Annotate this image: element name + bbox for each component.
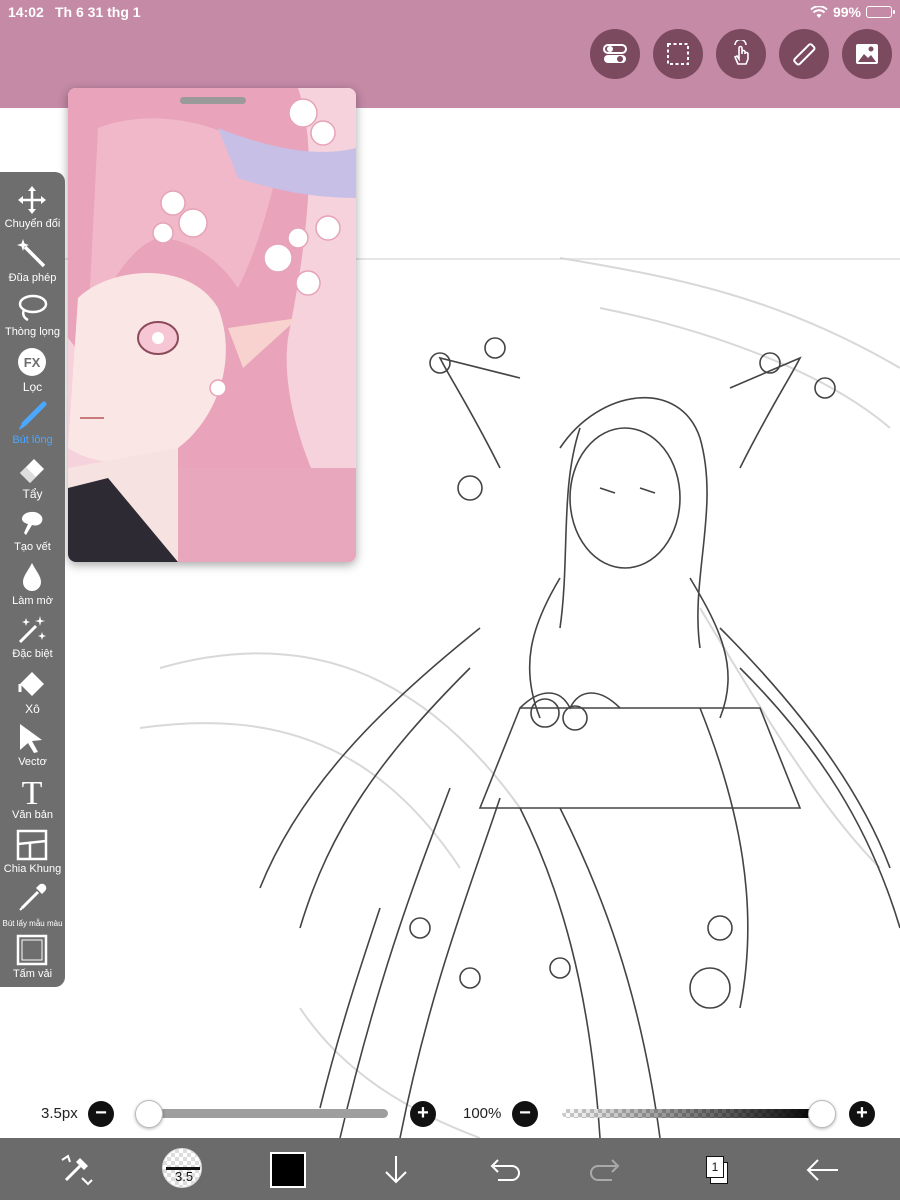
layer-count: 1 <box>706 1156 724 1178</box>
brush-size-increase-button[interactable]: + <box>410 1101 436 1127</box>
color-swatch[interactable] <box>270 1152 306 1188</box>
tool-smudge[interactable]: Tạo vết <box>0 507 65 559</box>
bottom-bar: 3.5 1 <box>0 1138 900 1200</box>
tool-lasso[interactable]: Thòng lọng <box>0 292 65 344</box>
selection-icon <box>667 43 689 65</box>
canvas-icon <box>16 934 48 966</box>
opacity-slider-row: 100% − + <box>450 1098 900 1130</box>
status-date: Th 6 31 thg 1 <box>55 4 141 20</box>
tool-label: Đũa phép <box>8 272 57 284</box>
move-icon <box>18 186 46 214</box>
layers-button[interactable]: 1 <box>700 1154 728 1184</box>
opacity-track[interactable] <box>562 1109 820 1118</box>
swap-tools-icon[interactable] <box>56 1150 96 1190</box>
fx-icon: FX <box>18 348 46 376</box>
gesture-button[interactable] <box>716 29 766 79</box>
back-arrow-icon[interactable] <box>802 1150 842 1190</box>
vector-icon <box>20 724 42 753</box>
brush-preview[interactable]: 3.5 <box>162 1148 202 1188</box>
tool-label: Chia Khung <box>3 863 62 875</box>
svg-text:FX: FX <box>24 355 41 370</box>
tool-label: Văn bản <box>12 809 53 821</box>
wifi-icon <box>810 5 828 18</box>
tool-bucket[interactable]: Xô <box>0 668 65 720</box>
tool-special[interactable]: Đặc biệt <box>0 614 65 666</box>
status-bar: 14:02 Th 6 31 thg 1 99% <box>8 4 895 20</box>
eyedropper-icon <box>19 883 47 911</box>
tool-label: Chuyển đổi <box>4 218 61 230</box>
download-icon[interactable] <box>376 1150 416 1190</box>
tool-label: Làm mờ <box>12 595 53 607</box>
tool-eyedropper[interactable]: Bút lấy mẫu màu <box>0 882 65 934</box>
magic-wand-icon <box>17 239 46 268</box>
battery-percent: 99% <box>832 4 861 20</box>
tool-label: Bút lông <box>12 434 53 446</box>
selection-button[interactable] <box>653 29 703 79</box>
tool-label: Đặc biệt <box>12 648 53 660</box>
tool-label: Bút lấy mẫu màu <box>2 919 63 928</box>
opacity-value: 100% <box>463 1105 502 1122</box>
tool-label: Tẩy <box>22 487 43 501</box>
gesture-icon <box>733 40 749 65</box>
tool-magic-wand[interactable]: Đũa phép <box>0 238 65 290</box>
tool-transform[interactable]: Chuyển đổi <box>0 184 65 236</box>
undo-icon[interactable] <box>482 1150 522 1190</box>
tool-eraser[interactable]: Tẩy <box>0 453 65 505</box>
tool-label: Xô <box>25 702 40 716</box>
opacity-thumb[interactable] <box>808 1100 836 1128</box>
bucket-icon <box>18 672 44 696</box>
smudge-icon <box>22 511 43 535</box>
frame-divider-icon <box>16 829 48 861</box>
eraser-icon <box>20 459 44 483</box>
brush-size-value: 3.5px <box>41 1105 78 1122</box>
tool-vector[interactable]: Vectơ <box>0 722 65 774</box>
opacity-decrease-button[interactable]: − <box>512 1101 538 1127</box>
tool-text[interactable]: T Văn bản <box>0 775 65 827</box>
tool-frame-divider[interactable]: Chia Khung <box>0 829 65 881</box>
ruler-button[interactable] <box>779 29 829 79</box>
reference-window-handle[interactable] <box>180 97 246 104</box>
brush-size-label: 3.5 <box>175 1169 194 1184</box>
image-icon <box>856 44 878 64</box>
battery-icon <box>866 6 895 18</box>
tool-filter[interactable]: FX Lọc <box>0 346 65 398</box>
brush-size-thumb[interactable] <box>135 1100 163 1128</box>
toggle-icon <box>603 44 627 63</box>
tool-canvas[interactable]: Tấm vải <box>0 934 65 986</box>
text-icon: T <box>22 775 43 807</box>
tool-palette: Chuyển đổi Đũa phép Thòng lọng FX Lọc Bú… <box>0 172 65 987</box>
brush-size-track[interactable] <box>150 1109 388 1118</box>
ruler-icon <box>793 43 816 66</box>
toggle-button[interactable] <box>590 29 640 79</box>
brush-icon <box>19 401 47 430</box>
reference-image-button[interactable] <box>842 29 892 79</box>
tool-label: Tấm vải <box>12 968 53 980</box>
reference-image <box>68 88 356 562</box>
brush-size-decrease-button[interactable]: − <box>88 1101 114 1127</box>
redo-icon[interactable] <box>588 1150 628 1190</box>
tool-brush[interactable]: Bút lông <box>0 400 65 452</box>
status-time: 14:02 <box>8 4 44 20</box>
brush-size-slider-row: 3.5px − + <box>0 1098 450 1130</box>
tool-blur[interactable]: Làm mờ <box>0 561 65 613</box>
blur-icon <box>23 563 41 591</box>
svg-text:T: T <box>22 775 43 807</box>
tool-label: Lọc <box>22 380 43 394</box>
special-icon <box>18 616 46 644</box>
tool-label: Tạo vết <box>14 541 51 553</box>
tool-label: Vectơ <box>18 756 47 768</box>
reference-window[interactable] <box>68 88 356 562</box>
lasso-icon <box>18 294 48 322</box>
tool-label: Thòng lọng <box>4 326 61 338</box>
opacity-increase-button[interactable]: + <box>849 1101 875 1127</box>
